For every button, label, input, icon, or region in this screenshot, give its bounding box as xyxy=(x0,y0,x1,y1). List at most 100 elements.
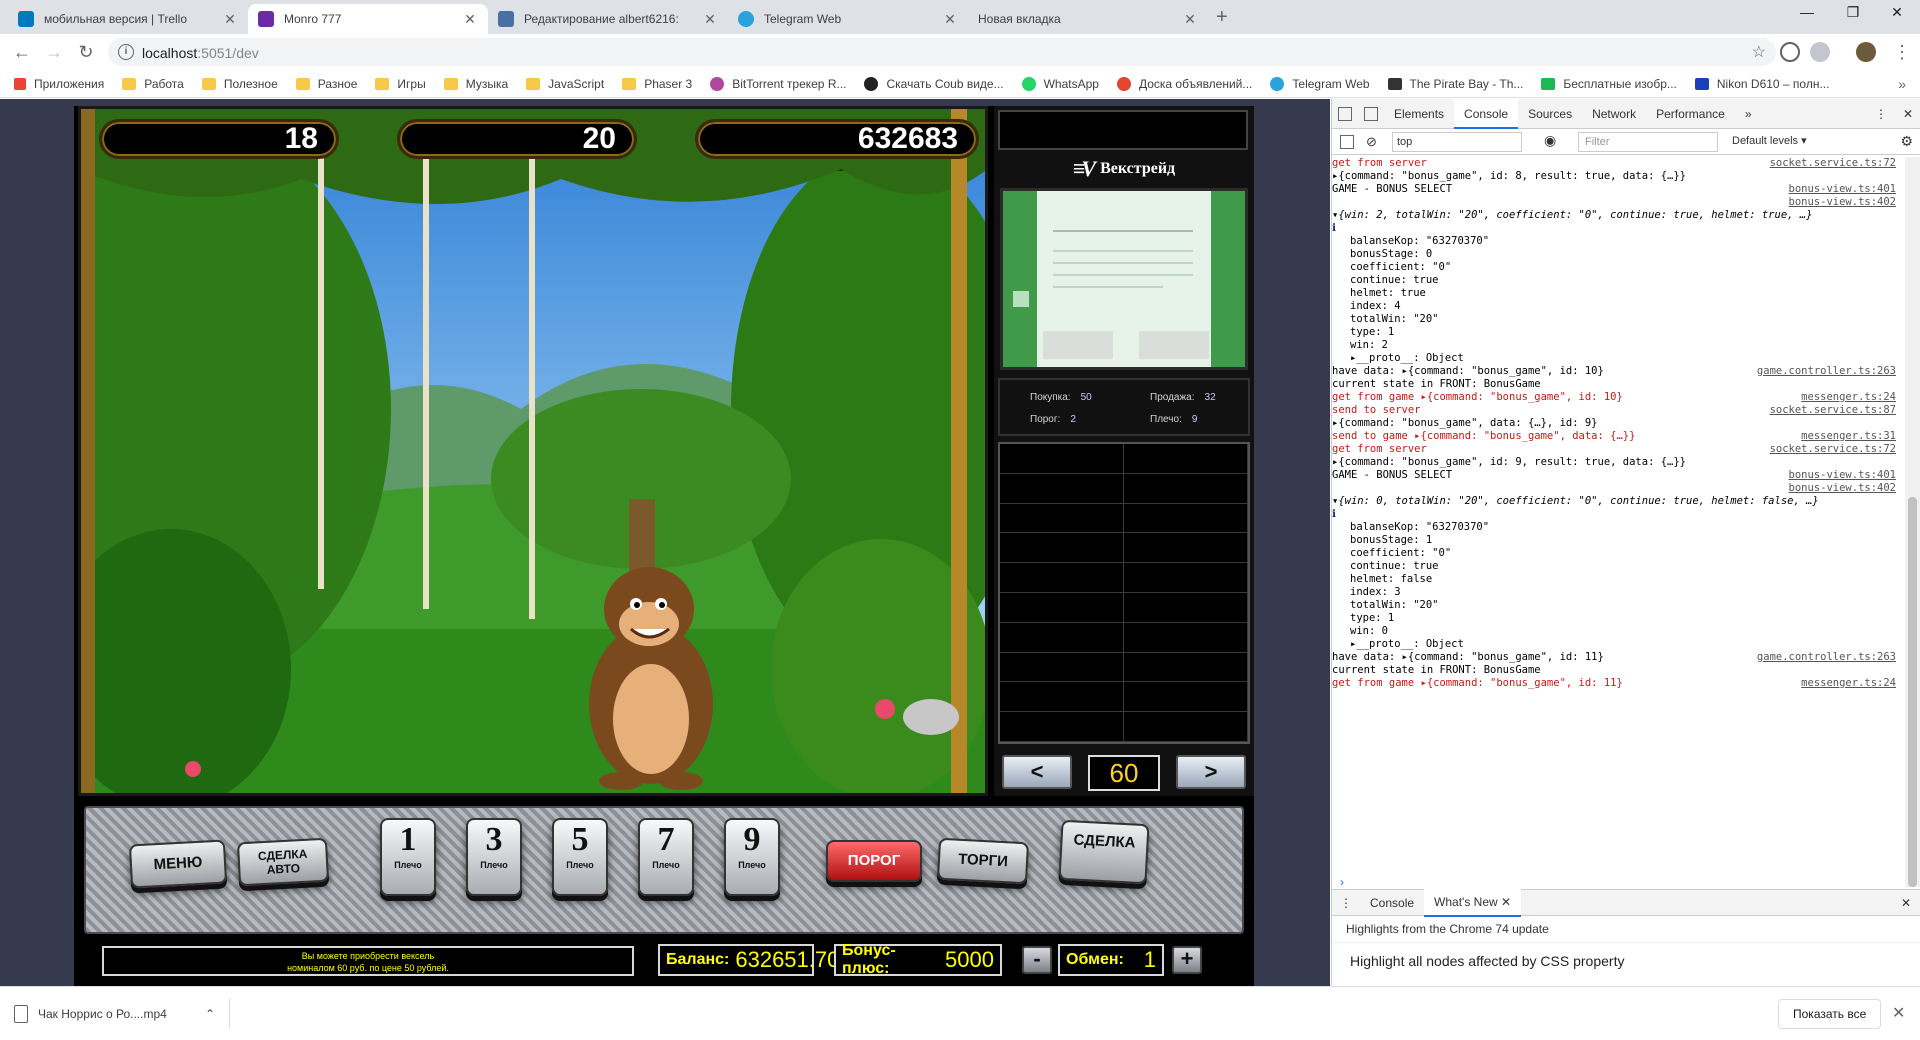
close-icon[interactable]: ✕ xyxy=(1182,11,1198,28)
whats-new-item[interactable]: Highlight all nodes affected by CSS prop… xyxy=(1332,943,1920,979)
source-link[interactable]: bonus-view.ts:401 xyxy=(1789,183,1896,196)
leverage-3-button[interactable]: 3 Плечо xyxy=(466,818,522,896)
device-toggle-icon[interactable] xyxy=(1364,106,1378,121)
menu-dots-icon[interactable]: ⋮ xyxy=(1890,42,1914,63)
back-arrow-icon[interactable]: ← xyxy=(10,42,34,63)
window-close-button[interactable]: ✕ xyxy=(1874,4,1920,21)
source-link[interactable]: bonus-view.ts:402 xyxy=(1789,196,1896,209)
inspect-icon[interactable] xyxy=(1338,106,1352,121)
scrollbar-thumb[interactable] xyxy=(1908,497,1917,887)
bookmark-star-icon[interactable]: ☆ xyxy=(1752,42,1766,62)
bookmark-link[interactable]: Доска объявлений... xyxy=(1116,76,1252,91)
bookmark-link[interactable]: Бесплатные изобр... xyxy=(1541,77,1677,91)
source-link[interactable]: bonus-view.ts:401 xyxy=(1789,469,1896,482)
exchange-minus-button[interactable]: - xyxy=(1022,946,1052,974)
deal-button[interactable]: СДЕЛКА xyxy=(1058,819,1150,885)
avatar[interactable] xyxy=(1856,42,1876,62)
bookmarks-more-button[interactable]: » xyxy=(1898,76,1906,92)
source-link[interactable]: game.controller.ts:263 xyxy=(1757,365,1896,378)
context-select[interactable]: top xyxy=(1392,132,1522,152)
filter-input[interactable]: Filter xyxy=(1578,132,1718,152)
trade-button[interactable]: ТОРГИ xyxy=(936,837,1030,885)
console-prompt[interactable]: › xyxy=(1340,875,1344,889)
close-icon[interactable]: ✕ xyxy=(942,11,958,28)
extension-icon[interactable] xyxy=(1810,42,1830,62)
bookmark-folder[interactable]: Игры xyxy=(375,77,426,91)
tab-trello[interactable]: мобильная версия | Trello ✕ xyxy=(8,4,248,34)
leverage-9-button[interactable]: 9 Плечо xyxy=(724,818,780,896)
drawer-menu-icon[interactable]: ⋮ xyxy=(1332,896,1360,910)
gear-icon[interactable]: ⚙ xyxy=(1900,133,1913,150)
leverage-7-button[interactable]: 7 Плечо xyxy=(638,818,694,896)
source-link[interactable]: game.controller.ts:263 xyxy=(1757,651,1896,664)
next-button[interactable]: > xyxy=(1176,755,1246,789)
source-link[interactable]: socket.service.ts:87 xyxy=(1770,404,1896,417)
maximize-button[interactable]: ❐ xyxy=(1830,4,1876,21)
menu-dots-icon[interactable]: ⋮ xyxy=(1867,107,1895,121)
menu-button[interactable]: МЕНЮ xyxy=(128,839,228,889)
bookmark-folder[interactable]: Музыка xyxy=(443,77,508,91)
levels-select[interactable]: Default levels ▾ xyxy=(1732,134,1807,147)
bookmark-folder[interactable]: JavaScript xyxy=(526,77,604,91)
close-icon[interactable]: ✕ xyxy=(222,11,238,28)
clear-console-icon[interactable]: ⊘ xyxy=(1366,134,1377,150)
tab-telegram[interactable]: Telegram Web ✕ xyxy=(728,4,968,34)
drawer-tab-console[interactable]: Console xyxy=(1360,890,1424,916)
tab-performance[interactable]: Performance xyxy=(1646,99,1735,129)
chevron-up-icon[interactable]: ⌃ xyxy=(205,1007,215,1021)
bookmark-label: Telegram Web xyxy=(1292,76,1370,91)
promissory-note-image[interactable] xyxy=(1000,188,1248,370)
bookmark-link[interactable]: BitTorrent трекер R... xyxy=(710,76,846,91)
show-all-button[interactable]: Показать все xyxy=(1778,999,1882,1029)
exchange-plus-button[interactable]: + xyxy=(1172,946,1202,974)
bookmark-link[interactable]: WhatsApp xyxy=(1021,76,1099,91)
source-link[interactable]: socket.service.ts:72 xyxy=(1770,443,1896,456)
download-bar-close-button[interactable]: ✕ xyxy=(1892,1003,1905,1023)
tab-sources[interactable]: Sources xyxy=(1518,99,1582,129)
tab-network[interactable]: Network xyxy=(1582,99,1646,129)
address-bar[interactable]: i localhost:5051/dev ☆ xyxy=(108,38,1776,66)
bookmark-link[interactable]: Nikon D610 – полн... xyxy=(1694,77,1829,91)
eye-icon[interactable]: ◉ xyxy=(1544,132,1556,149)
close-icon[interactable]: ✕ xyxy=(462,11,478,28)
tab-elements[interactable]: Elements xyxy=(1384,99,1454,129)
bookmark-link[interactable]: Скачать Coub виде... xyxy=(864,76,1004,91)
sidebar-toggle-icon[interactable] xyxy=(1340,134,1354,149)
reload-icon[interactable]: ↻ xyxy=(74,42,98,63)
download-item[interactable]: Чак Норрис о Ро....mp4 ⌃ xyxy=(14,999,230,1029)
source-link[interactable]: messenger.ts:24 xyxy=(1801,677,1896,690)
auto-deal-button[interactable]: СДЕЛКА АВТО xyxy=(236,837,330,887)
bookmark-link[interactable]: Telegram Web xyxy=(1270,76,1370,91)
drawer-close-button[interactable]: ✕ xyxy=(1891,896,1920,910)
leverage-1-button[interactable]: 1 Плечо xyxy=(380,818,436,896)
source-link[interactable]: bonus-view.ts:402 xyxy=(1789,482,1896,495)
bookmark-apps[interactable]: Приложения xyxy=(14,77,104,91)
tab-newtab[interactable]: Новая вкладка ✕ xyxy=(968,4,1208,34)
info-icon[interactable]: i xyxy=(118,44,134,60)
close-icon[interactable]: ✕ xyxy=(702,11,718,28)
bookmark-folder[interactable]: Phaser 3 xyxy=(622,77,692,91)
source-link[interactable]: socket.service.ts:72 xyxy=(1770,157,1896,170)
tab-monro[interactable]: Monro 777 ✕ xyxy=(248,4,488,34)
leverage-5-button[interactable]: 5 Плечо xyxy=(552,818,608,896)
bookmark-link[interactable]: The Pirate Bay - Th... xyxy=(1387,77,1523,91)
minimize-button[interactable]: — xyxy=(1784,4,1830,20)
close-icon[interactable]: ✕ xyxy=(1895,107,1920,121)
source-link[interactable]: messenger.ts:24 xyxy=(1801,391,1896,404)
bookmark-folder[interactable]: Разное xyxy=(295,77,357,91)
extension-icon[interactable] xyxy=(1780,42,1800,62)
tab-console[interactable]: Console xyxy=(1454,98,1519,129)
game-canvas[interactable]: 18 20 632683 ≡V Векстрейд Покупка: 50 Пр… xyxy=(74,106,1254,986)
source-link[interactable]: messenger.ts:31 xyxy=(1801,430,1896,443)
tabs-overflow-button[interactable]: » xyxy=(1735,99,1762,129)
bookmark-folder[interactable]: Работа xyxy=(122,77,184,91)
forward-arrow-icon[interactable]: → xyxy=(42,42,66,63)
new-tab-button[interactable]: + xyxy=(1216,6,1228,29)
prev-button[interactable]: < xyxy=(1002,755,1072,789)
threshold-button[interactable]: ПОРОГ xyxy=(826,840,922,882)
drawer-tab-whats-new[interactable]: What's New ✕ xyxy=(1424,888,1522,917)
console-line: send to server socket.service.ts:87 xyxy=(1332,404,1906,417)
bookmark-folder[interactable]: Полезное xyxy=(201,77,278,91)
tab-edit[interactable]: Редактирование albert6216: ✕ xyxy=(488,4,728,34)
scrollbar[interactable] xyxy=(1905,157,1920,887)
